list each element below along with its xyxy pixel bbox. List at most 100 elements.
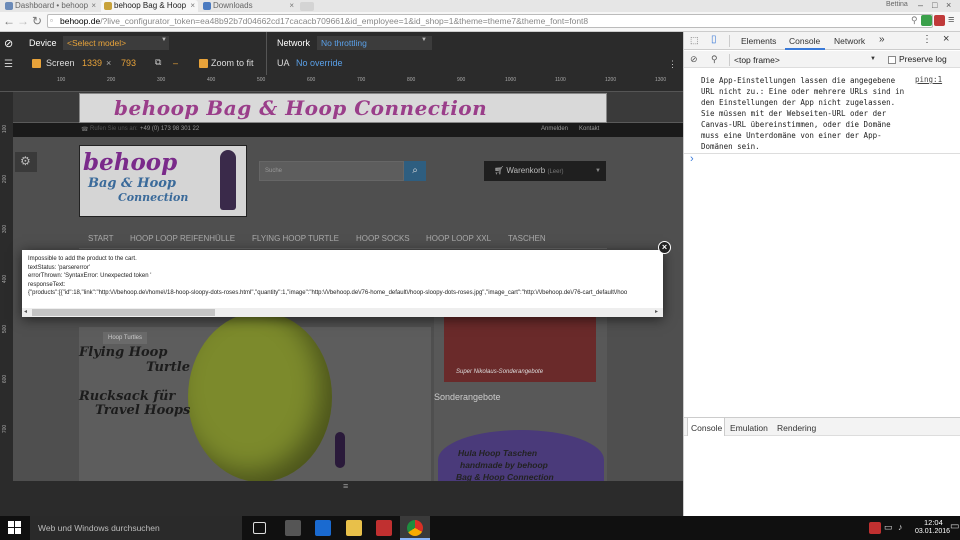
scroll-right-icon[interactable]: ▸ <box>655 308 658 315</box>
contact-link[interactable]: Kontakt <box>579 126 599 132</box>
drawer-tab-console[interactable]: Console <box>691 423 722 433</box>
taskbar-search-input[interactable]: Web und Windows durchsuchen <box>30 516 242 540</box>
volume-icon[interactable]: ♪ <box>898 522 903 532</box>
forward-icon[interactable]: → <box>16 14 30 28</box>
network-select-value: No throttling <box>321 38 367 48</box>
console-prompt[interactable]: › <box>690 153 694 165</box>
ruler-tick: 500 <box>2 324 9 334</box>
network-select[interactable]: No throttling ▼ <box>317 36 432 50</box>
filezilla-icon[interactable] <box>376 520 392 536</box>
nikolaus-banner[interactable]: Super Nikolaus-Sonderangebote <box>444 317 596 382</box>
filter-icon[interactable]: ⚲ <box>711 54 718 65</box>
devtools-menu-icon[interactable]: ⋮ <box>922 34 932 45</box>
menu-item-hoop-loop[interactable]: HOOP LOOP REIFENHÜLLE <box>130 234 235 243</box>
console-message-source-link[interactable]: ping:1 <box>915 75 942 84</box>
explorer-icon[interactable] <box>346 520 362 536</box>
devtools-close-icon[interactable]: × <box>943 33 949 45</box>
cart-button[interactable]: 🛒︎ Warenkorb (Leer) ▼ <box>484 161 606 181</box>
ruler-tick: 500 <box>257 77 266 83</box>
frame-select[interactable]: <top frame> ▼ <box>732 53 880 66</box>
back-icon[interactable]: ← <box>2 14 16 28</box>
ruler-tick: 1300 <box>655 77 667 83</box>
site-logo[interactable]: behoop Bag & Hoop Connection <box>79 145 247 217</box>
tab-elements[interactable]: Elements <box>741 36 776 46</box>
menu-item-hoop-socks[interactable]: HOOP SOCKS <box>356 234 410 243</box>
tab-downloads[interactable]: Downloads × <box>200 0 297 12</box>
task-view-icon[interactable] <box>253 522 266 534</box>
chrome-taskbar-button[interactable] <box>400 516 430 540</box>
ruler-tick: 1200 <box>605 77 617 83</box>
ruler-tick: 200 <box>107 77 116 83</box>
taschen-banner[interactable]: Hula Hoop Taschen handmade by behoop Bag… <box>438 430 604 481</box>
ruler-tick: 700 <box>2 424 9 434</box>
tab-network[interactable]: Network <box>834 36 865 46</box>
badge-text: Hoop Turtles <box>107 335 143 341</box>
device-mode-off-icon[interactable]: ⊘ <box>4 37 13 50</box>
slider-headline: Travel Hoops <box>95 403 191 418</box>
window-close-icon[interactable]: × <box>946 0 951 10</box>
windows-start-icon[interactable] <box>8 521 21 534</box>
close-icon[interactable]: × <box>91 0 96 12</box>
dialog-close-icon[interactable]: × <box>658 241 671 254</box>
resize-handle-icon[interactable]: ≡ <box>343 481 348 491</box>
tab-dashboard[interactable]: Dashboard • behoop × <box>2 0 99 12</box>
extension-icon[interactable] <box>921 15 932 26</box>
more-options-icon[interactable]: ⋮ <box>668 59 677 70</box>
preserve-log-checkbox[interactable] <box>888 56 896 64</box>
extension-icon[interactable] <box>934 15 945 26</box>
drawer-tab-rendering[interactable]: Rendering <box>777 423 816 433</box>
menu-item-flying-hoop-turtle[interactable]: FLYING HOOP TURTLE <box>252 234 339 243</box>
ruler-tick: 400 <box>207 77 216 83</box>
reload-icon[interactable]: ↻ <box>30 14 44 28</box>
inspect-icon[interactable]: ⬚ <box>690 35 699 46</box>
ruler-tick: 1100 <box>555 77 566 83</box>
ua-input[interactable]: No override <box>296 58 343 68</box>
media-query-icon[interactable]: ☰ <box>4 59 13 70</box>
search-icon[interactable]: ⌕ <box>404 161 426 181</box>
dialog-scrollbar[interactable]: ◂ ▸ <box>22 308 663 317</box>
device-select[interactable]: <Select model> ▼ <box>63 36 169 50</box>
url-path: /?live_configurator_token=ea48b92b7d0466… <box>100 16 589 26</box>
drawer-tab-emulation[interactable]: Emulation <box>730 423 768 433</box>
zoom-to-fit-checkbox[interactable] <box>199 59 208 68</box>
swap-dimensions-icon[interactable]: ⧉ <box>155 57 161 68</box>
screen-height-input[interactable]: 793 <box>121 58 136 68</box>
login-link[interactable]: Anmelden <box>541 126 568 132</box>
maximize-icon[interactable]: □ <box>932 0 937 10</box>
minimize-icon[interactable]: – <box>918 0 923 10</box>
menu-item-hoop-loop-xxl[interactable]: HOOP LOOP XXL <box>426 234 491 243</box>
address-bar[interactable]: ▫ behoop.de/?live_configurator_token=ea4… <box>47 14 933 28</box>
clear-console-icon[interactable]: ⊘ <box>690 54 698 65</box>
device-mode-icon[interactable]: ▯ <box>711 34 717 45</box>
scrollbar-thumb[interactable] <box>32 309 215 316</box>
menu-item-taschen[interactable]: TASCHEN <box>508 234 546 243</box>
more-tabs-icon[interactable]: » <box>879 34 885 45</box>
tab-console[interactable]: Console <box>789 36 820 46</box>
network-icon[interactable]: ▭ <box>884 522 893 533</box>
new-tab-button[interactable] <box>300 2 314 11</box>
tab-behoop[interactable]: behoop Bag & Hoop × <box>101 0 198 12</box>
clock-time[interactable]: 12:04 <box>924 518 943 527</box>
scroll-left-icon[interactable]: ◂ <box>24 308 27 315</box>
app-icon[interactable] <box>285 520 301 536</box>
tray-app-icon[interactable] <box>869 522 881 534</box>
screen-width-input[interactable]: 1339 <box>82 58 102 68</box>
ruler-tick: 300 <box>157 77 166 83</box>
cart-icon: 🛒︎ <box>494 166 505 175</box>
badge: Hoop Turtles <box>103 332 147 344</box>
live-configurator-gear-icon[interactable]: ⚙ <box>15 152 37 172</box>
notifications-icon[interactable]: ▭ <box>950 521 959 532</box>
screen-checkbox[interactable] <box>32 59 41 68</box>
clock-date[interactable]: 03.01.2016 <box>915 528 950 535</box>
favicon <box>5 2 13 10</box>
close-icon[interactable]: × <box>289 0 294 12</box>
menu-icon[interactable]: ≡ <box>948 14 954 26</box>
zoom-icon[interactable]: ⚲ <box>911 15 918 26</box>
site-search-input[interactable]: Suche <box>259 161 404 181</box>
edge-icon[interactable] <box>315 520 331 536</box>
close-icon[interactable]: × <box>190 0 195 12</box>
device-pixel-ratio[interactable]: – <box>173 58 178 68</box>
profile-name[interactable]: Bettina <box>886 1 908 8</box>
menu-item-start[interactable]: START <box>88 234 113 243</box>
banner-caption: handmade by behoop <box>460 460 548 470</box>
